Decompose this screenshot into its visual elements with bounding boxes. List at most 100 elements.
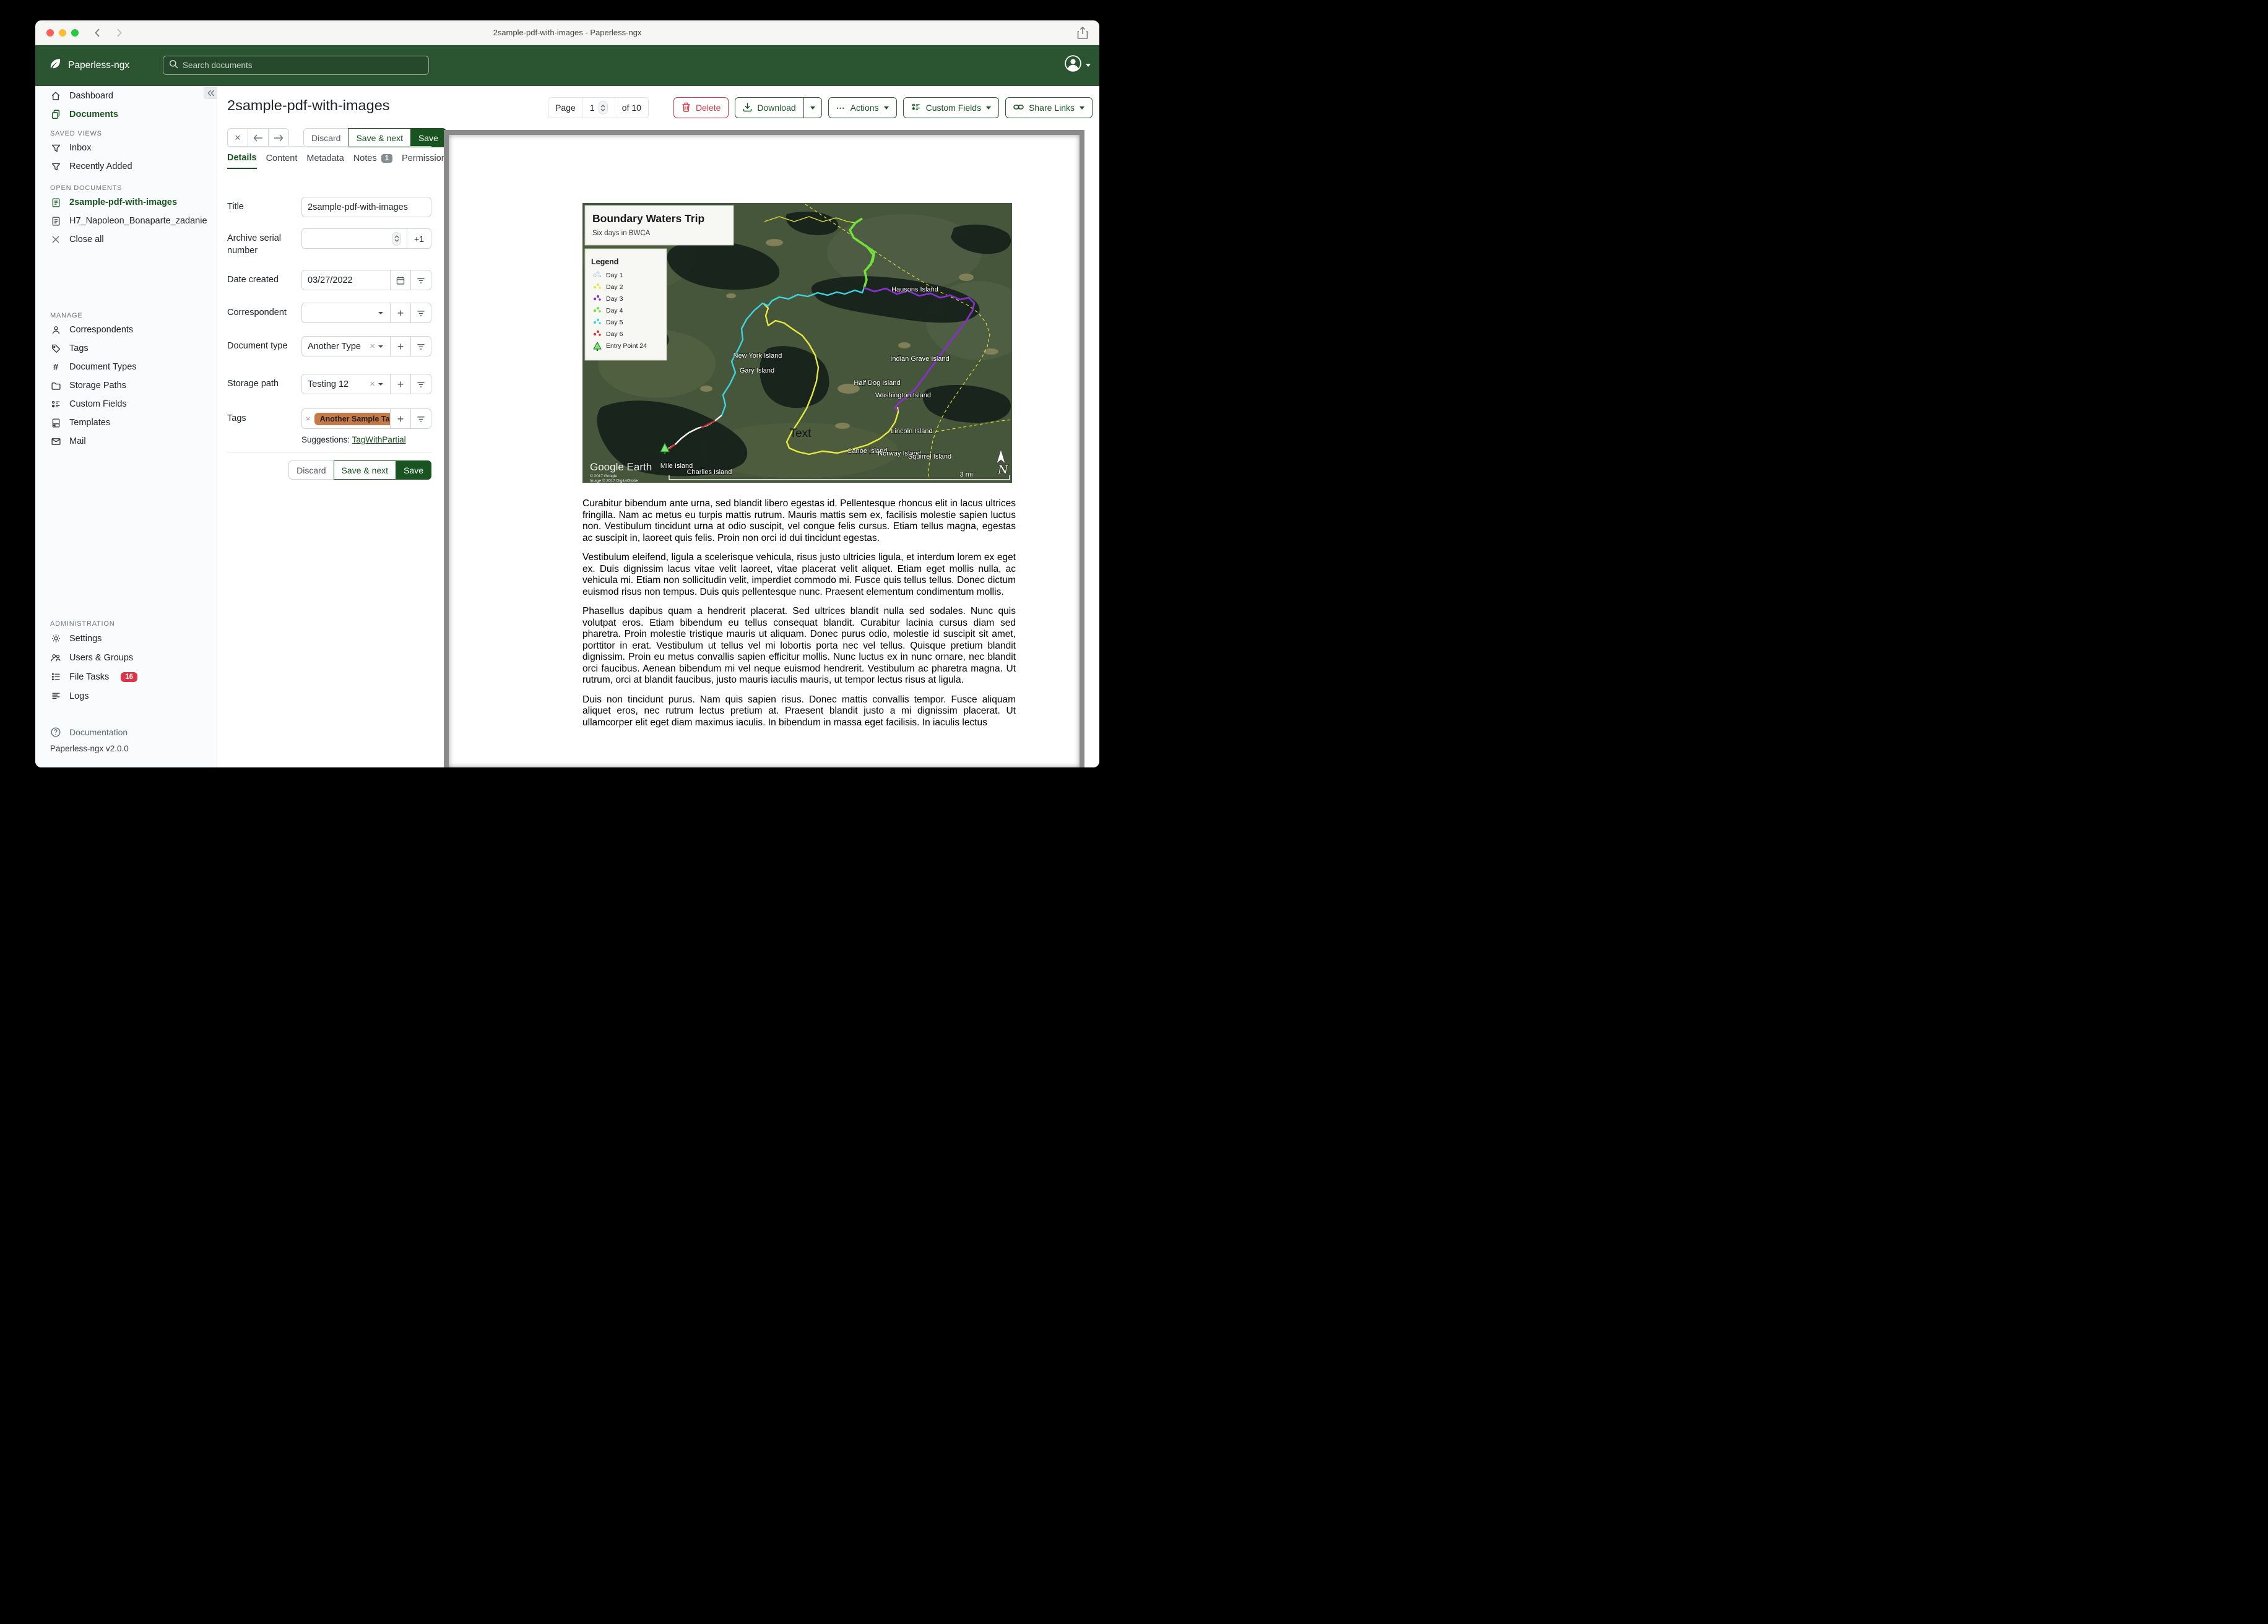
gear-icon bbox=[50, 633, 61, 644]
suggestion-link[interactable]: TagWithPartial bbox=[352, 435, 406, 444]
tab-content[interactable]: Content bbox=[266, 153, 298, 168]
save-and-next-button[interactable]: Save & next bbox=[333, 460, 397, 480]
document-nav-group: ✕ bbox=[227, 128, 289, 147]
filter-funnel-icon bbox=[50, 161, 61, 172]
date-filter-icon[interactable] bbox=[410, 270, 431, 291]
file-tasks-count-badge: 16 bbox=[121, 672, 137, 682]
storage-path-select[interactable]: Testing 12 × bbox=[301, 374, 391, 395]
sidebar-item-close-all[interactable]: Close all bbox=[35, 230, 217, 249]
clear-icon[interactable]: × bbox=[370, 379, 375, 389]
sidebar-item-templates[interactable]: Templates bbox=[35, 413, 217, 432]
actions-button[interactable]: ⋯ Actions bbox=[828, 97, 897, 118]
browser-back-icon[interactable] bbox=[92, 27, 103, 38]
sidebar-item-custom-fields[interactable]: Custom Fields bbox=[35, 395, 217, 413]
download-options-button[interactable] bbox=[803, 97, 822, 118]
tab-label: Content bbox=[266, 153, 298, 163]
next-document-button[interactable] bbox=[268, 128, 289, 147]
window-titlebar: 2sample-pdf-with-images - Paperless-ngx bbox=[35, 20, 1099, 45]
asn-input[interactable] bbox=[301, 228, 407, 249]
calendar-icon[interactable] bbox=[390, 270, 411, 291]
add-correspondent-button[interactable]: + bbox=[390, 303, 411, 324]
add-storage-path-button[interactable]: + bbox=[390, 374, 411, 395]
delete-button[interactable]: Delete bbox=[673, 97, 729, 118]
sidebar-item-recently-added[interactable]: Recently Added bbox=[35, 157, 217, 176]
discard-button[interactable]: Discard bbox=[288, 460, 334, 480]
sidebar-item-open-doc-2[interactable]: H7_Napoleon_Bonaparte_zadanie bbox=[35, 212, 217, 230]
zoom-window-button[interactable] bbox=[71, 28, 79, 37]
pdf-viewer-frame[interactable]: Hausons Island New York Island Gary Isla… bbox=[444, 130, 1084, 767]
page-label: Page bbox=[548, 98, 582, 118]
legend-label: Day 3 bbox=[606, 295, 623, 303]
search-input[interactable] bbox=[183, 61, 423, 70]
browser-forward-icon[interactable] bbox=[113, 27, 124, 38]
window-title: 2sample-pdf-with-images - Paperless-ngx bbox=[493, 28, 642, 37]
sidebar-item-tags[interactable]: Tags bbox=[35, 339, 217, 358]
document-type-filter-icon[interactable] bbox=[410, 336, 431, 357]
minimize-window-button[interactable] bbox=[59, 28, 66, 37]
sidebar-item-label: Custom Fields bbox=[69, 399, 127, 409]
date-created-input[interactable]: 03/27/2022 bbox=[301, 270, 391, 291]
add-document-type-button[interactable]: + bbox=[390, 336, 411, 357]
sidebar-item-mail[interactable]: Mail bbox=[35, 432, 217, 451]
app-header: Paperless-ngx bbox=[35, 45, 1099, 86]
close-document-button[interactable]: ✕ bbox=[227, 128, 248, 147]
sidebar-item-correspondents[interactable]: Correspondents bbox=[35, 321, 217, 339]
document-type-select[interactable]: Another Type × bbox=[301, 336, 391, 357]
title-field-label: Title bbox=[227, 202, 244, 212]
document-icon bbox=[50, 197, 61, 208]
map-label: Squirrel Island bbox=[908, 453, 951, 460]
custom-fields-button[interactable]: Custom Fields bbox=[902, 97, 1000, 118]
tags-select[interactable]: × Another Sample Tag × bbox=[301, 408, 413, 430]
remove-tag-icon[interactable]: × bbox=[306, 414, 311, 423]
asn-plus-one-button[interactable]: +1 bbox=[407, 228, 431, 249]
sidebar-item-dashboard[interactable]: Dashboard bbox=[35, 87, 217, 105]
download-button[interactable]: Download bbox=[735, 97, 804, 118]
sidebar-item-settings[interactable]: Settings bbox=[35, 629, 217, 648]
sidebar-item-logs[interactable]: Logs bbox=[35, 686, 217, 706]
clear-icon[interactable]: × bbox=[370, 342, 375, 351]
map-label: Lincoln Island bbox=[891, 428, 932, 435]
close-window-button[interactable] bbox=[46, 28, 54, 37]
user-menu-button[interactable] bbox=[1065, 55, 1091, 75]
document-toolbar: Page 1 of 10 Delete Download ⋯ Actions C… bbox=[548, 97, 1093, 118]
page-stepper[interactable] bbox=[598, 101, 608, 114]
save-button[interactable]: Save bbox=[410, 128, 446, 147]
search-icon bbox=[169, 59, 178, 72]
sidebar-item-label: Correspondents bbox=[69, 325, 134, 335]
sidebar-item-documents[interactable]: Documents bbox=[35, 105, 217, 124]
add-tag-button[interactable]: + bbox=[390, 408, 411, 430]
document-text: Curabitur bibendum ante urna, sed blandi… bbox=[582, 498, 1016, 728]
correspondent-select[interactable] bbox=[301, 303, 391, 324]
sidebar-item-inbox[interactable]: Inbox bbox=[35, 139, 217, 157]
sidebar-item-file-tasks[interactable]: File Tasks 16 bbox=[35, 667, 217, 686]
app-brand[interactable]: Paperless-ngx bbox=[49, 58, 129, 74]
sidebar-item-users-groups[interactable]: Users & Groups bbox=[35, 648, 217, 667]
tab-details[interactable]: Details bbox=[227, 153, 257, 169]
storage-path-filter-icon[interactable] bbox=[410, 374, 431, 395]
tab-notes[interactable]: Notes 1 bbox=[353, 153, 393, 168]
map-scale-label: 3 mi bbox=[960, 471, 973, 478]
sidebar: Dashboard Documents SAVED VIEWS Inbox Re… bbox=[35, 86, 217, 767]
tab-metadata[interactable]: Metadata bbox=[306, 153, 344, 168]
page-number-input[interactable]: 1 bbox=[582, 98, 615, 118]
previous-document-button[interactable] bbox=[248, 128, 269, 147]
save-button-group-bottom: Discard Save & next Save bbox=[227, 460, 431, 480]
map-label: Hausons Island bbox=[891, 286, 938, 293]
share-links-button[interactable]: Share Links bbox=[1005, 97, 1093, 118]
sidebar-section-administration: ADMINISTRATION bbox=[50, 620, 115, 628]
documents-icon bbox=[50, 109, 61, 120]
sidebar-item-document-types[interactable]: # Document Types bbox=[35, 358, 217, 376]
save-and-next-button[interactable]: Save & next bbox=[348, 128, 411, 147]
tag-chip[interactable]: Another Sample Tag bbox=[314, 412, 400, 425]
sidebar-item-documentation[interactable]: Documentation bbox=[35, 723, 217, 741]
title-input[interactable]: 2sample-pdf-with-images bbox=[301, 197, 431, 217]
sidebar-item-storage-paths[interactable]: Storage Paths bbox=[35, 376, 217, 395]
asn-stepper[interactable] bbox=[392, 231, 401, 246]
discard-button[interactable]: Discard bbox=[303, 128, 349, 147]
tags-filter-icon[interactable] bbox=[410, 408, 431, 430]
correspondent-filter-icon[interactable] bbox=[410, 303, 431, 324]
sidebar-item-open-doc-1[interactable]: 2sample-pdf-with-images bbox=[35, 193, 217, 212]
download-icon bbox=[743, 102, 752, 114]
save-button[interactable]: Save bbox=[396, 460, 431, 480]
share-icon[interactable] bbox=[1076, 25, 1089, 43]
